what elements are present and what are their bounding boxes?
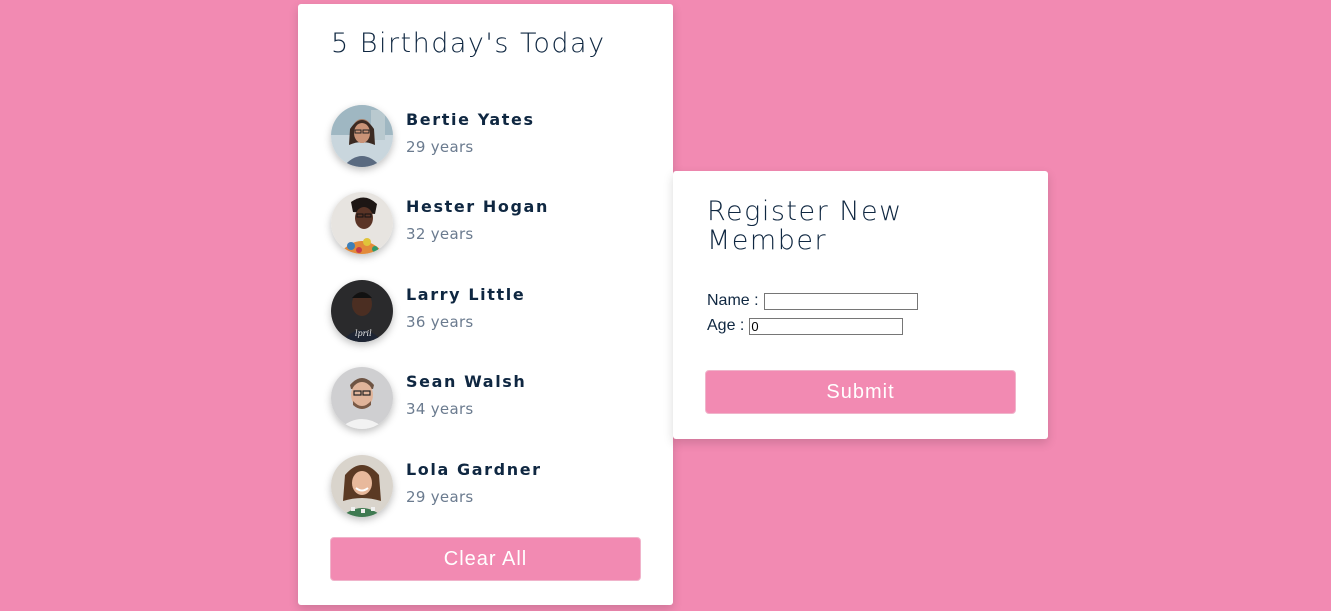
birthday-title: 5 Birthday's Today [331,28,606,59]
age-row: Age : [707,317,904,335]
person-name: Hester Hogan [406,197,549,217]
person-name: Bertie Yates [406,109,535,129]
register-card: Register New Member Name : Age : Submit [673,171,1048,439]
person-age: 34 years [406,400,474,419]
birthday-card: 5 Birthday's Today Bertie Yates 29 years… [298,4,673,605]
list-item: Sean Walsh 34 years [331,355,641,443]
list-item: Bertie Yates 29 years [331,92,641,180]
avatar [331,454,393,517]
age-label: Age : [707,317,745,334]
person-name: Larry Little [406,284,526,304]
list-item: Hester Hogan 32 years [331,180,641,268]
person-age: 36 years [406,312,474,331]
list-item: lpril Larry Little 36 years [331,267,641,355]
avatar: lpril [331,279,393,342]
name-input[interactable] [763,292,918,310]
person-list: Bertie Yates 29 years Hester Hogan 32 ye… [331,92,641,530]
avatar [331,367,393,430]
svg-text:lpril: lpril [355,329,372,338]
submit-button[interactable]: Submit [705,370,1016,414]
name-row: Name : [707,292,918,310]
person-name: Sean Walsh [406,372,527,392]
clear-all-button[interactable]: Clear All [330,537,641,581]
person-age: 29 years [406,487,474,506]
list-item: Lola Gardner 29 years [331,442,641,530]
person-name: Lola Gardner [406,459,542,479]
person-age: 32 years [406,225,474,244]
avatar [331,104,393,167]
person-age: 29 years [406,137,474,156]
avatar [331,192,393,255]
name-label: Name : [707,292,759,309]
age-input[interactable] [749,317,904,335]
register-title: Register New Member [707,196,903,256]
